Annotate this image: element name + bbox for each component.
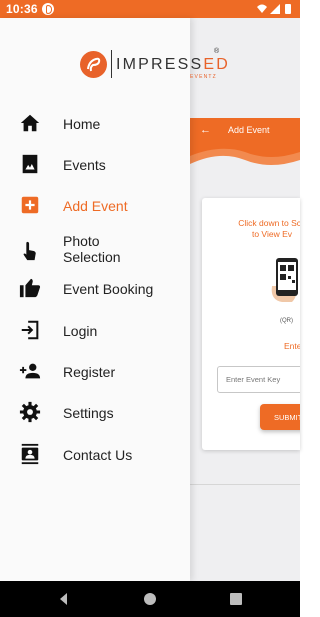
- image-icon: [22, 154, 38, 174]
- gear-icon: [19, 401, 41, 423]
- menu-label-contact-us: Contact Us: [63, 447, 133, 463]
- wifi-icon: [257, 4, 267, 13]
- logo-divider: [111, 50, 112, 78]
- add-event-app-bar: ← Add Event: [190, 118, 300, 143]
- add-event-title: Add Event: [228, 125, 270, 135]
- logo-wordmark: IMPRESSED: [116, 56, 231, 73]
- enter-event-label: Enter Even: [284, 341, 300, 351]
- touch-icon: [23, 241, 36, 261]
- qr-caption: (QR): [280, 318, 293, 324]
- menu-item-settings[interactable]: Settings: [0, 395, 190, 431]
- signal-icon: [270, 4, 280, 14]
- impressed-logo: IMPRESSED ® EVENTZ: [78, 48, 228, 84]
- scan-instruction-text: Click down to Sca to View Ev: [238, 218, 300, 239]
- menu-item-contact-us[interactable]: Contact Us: [0, 437, 190, 473]
- menu-item-events[interactable]: Events: [0, 147, 190, 183]
- menu-label-settings: Settings: [63, 405, 114, 421]
- submit-button[interactable]: SUBMIT: [260, 404, 300, 430]
- registered-mark: ®: [214, 48, 220, 55]
- menu-item-home[interactable]: Home: [0, 106, 190, 142]
- back-nav-icon[interactable]: [56, 591, 72, 607]
- menu-item-add-event[interactable]: Add Event: [0, 188, 190, 224]
- menu-label-event-booking: Event Booking: [63, 281, 154, 297]
- thumb-up-icon: [19, 278, 41, 298]
- status-icons: [257, 4, 291, 14]
- menu-label-photo-selection: Photo Selection: [63, 233, 121, 265]
- menu-item-event-booking[interactable]: Event Booking: [0, 271, 190, 307]
- phone-qr-icon: [271, 258, 298, 302]
- login-icon: [21, 320, 39, 340]
- status-time: 10:36: [6, 2, 38, 16]
- scan-instruction: Click down to Sca to View Ev: [202, 218, 300, 240]
- menu-item-login[interactable]: Login: [0, 313, 190, 349]
- menu-label-login: Login: [63, 323, 98, 339]
- menu-label-home: Home: [63, 116, 101, 132]
- menu-item-register[interactable]: Register: [0, 354, 190, 390]
- card-shadow-line: [190, 484, 300, 485]
- add-box-icon: [21, 196, 39, 214]
- menu-label-add-event: Add Event: [63, 198, 128, 214]
- logo-subtitle: EVENTZ: [190, 74, 217, 80]
- status-bar: 10:36: [0, 0, 300, 18]
- app-notification-icon: [42, 3, 54, 15]
- person-add-icon: [19, 363, 41, 379]
- home-icon: [20, 114, 40, 132]
- scan-card: Click down to Sca to View Ev (QR) Enter …: [202, 198, 300, 450]
- system-nav-bar: [0, 581, 300, 617]
- navigation-drawer: IMPRESSED ® EVENTZ Home Events Add Event: [0, 18, 228, 581]
- menu-label-events: Events: [63, 157, 106, 173]
- battery-icon: [285, 4, 291, 14]
- recents-nav-icon[interactable]: [228, 591, 244, 607]
- header-wave: [190, 142, 300, 165]
- menu-item-photo-selection[interactable]: Photo Selection: [0, 230, 190, 276]
- logo-mark-icon: [80, 51, 107, 78]
- home-nav-icon[interactable]: [142, 591, 158, 607]
- back-arrow-icon[interactable]: ←: [200, 124, 211, 136]
- contacts-icon: [21, 443, 39, 465]
- event-key-input[interactable]: Enter Event Key: [217, 366, 300, 393]
- menu-label-register: Register: [63, 364, 116, 380]
